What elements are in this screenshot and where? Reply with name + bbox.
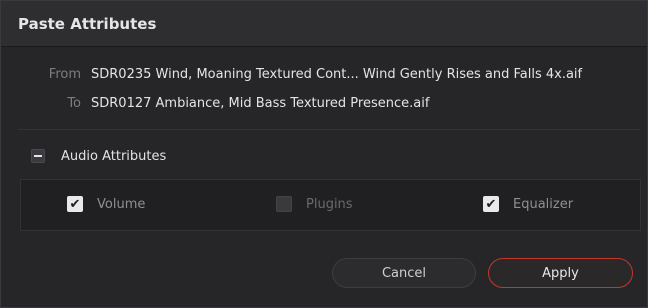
apply-button[interactable]: Apply	[488, 258, 633, 288]
dialog-title: Paste Attributes	[18, 14, 157, 33]
to-row: To SDR0127 Ambiance, Mid Bass Textured P…	[33, 96, 429, 111]
equalizer-label: Equalizer	[513, 196, 574, 212]
audio-attributes-header[interactable]: Audio Attributes	[31, 145, 166, 167]
from-label: From	[48, 67, 81, 82]
from-row: From SDR0235 Wind, Moaning Textured Cont…	[33, 67, 582, 82]
volume-checkbox[interactable]: ✔ Volume	[67, 196, 145, 212]
divider	[18, 129, 640, 130]
checkbox-checked-icon[interactable]: ✔	[67, 196, 83, 212]
from-value: SDR0235 Wind, Moaning Textured Cont... W…	[91, 67, 583, 82]
equalizer-checkbox[interactable]: ✔ Equalizer	[483, 196, 573, 212]
paste-attributes-dialog: Paste Attributes From SDR0235 Wind, Moan…	[0, 0, 648, 308]
cancel-button[interactable]: Cancel	[332, 258, 476, 288]
volume-label: Volume	[97, 196, 146, 212]
checkbox-checked-icon[interactable]: ✔	[483, 196, 499, 212]
checkbox-unchecked-icon[interactable]	[276, 196, 292, 212]
to-label: To	[67, 96, 81, 111]
collapse-icon[interactable]	[31, 149, 45, 163]
plugins-label: Plugins	[306, 196, 353, 212]
to-value: SDR0127 Ambiance, Mid Bass Textured Pres…	[91, 96, 430, 111]
plugins-checkbox[interactable]: Plugins	[276, 196, 353, 212]
dialog-titlebar[interactable]: Paste Attributes	[1, 1, 647, 47]
audio-attributes-panel: ✔ Volume Plugins ✔ Equalizer	[20, 179, 641, 231]
section-title: Audio Attributes	[61, 148, 167, 164]
